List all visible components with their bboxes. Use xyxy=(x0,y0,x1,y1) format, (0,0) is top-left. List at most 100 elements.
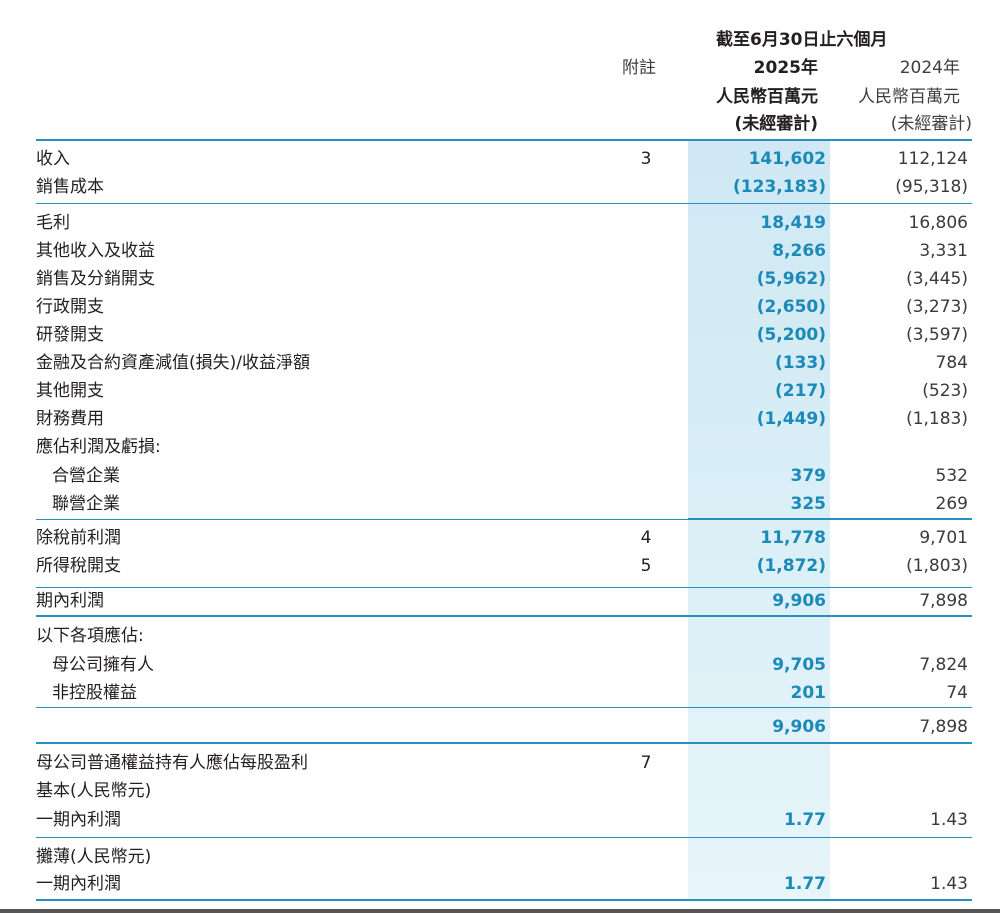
year-2024-header: 2024年 xyxy=(899,58,960,78)
table-row: 金融及合約資產減值(損失)/收益淨額 (133) 784 xyxy=(0,349,1000,377)
table-row: 財務費用 (1,449) (1,183) xyxy=(0,405,1000,433)
row-value-2024: 1.43 xyxy=(930,874,968,894)
row-note: 4 xyxy=(640,528,652,548)
row-value-2025: (5,200) xyxy=(756,325,826,345)
divider-eps xyxy=(36,742,972,744)
row-label: 毛利 xyxy=(36,213,70,233)
row-value-2024: 3,331 xyxy=(919,241,968,261)
row-label: 合營企業 xyxy=(52,466,120,486)
row-label: 基本(人民幣元) xyxy=(36,781,152,801)
row-label: 非控股權益 xyxy=(52,683,137,703)
table-row: 非控股權益 201 74 xyxy=(0,679,1000,707)
row-label: 其他開支 xyxy=(36,381,104,401)
row-label: 所得稅開支 xyxy=(36,556,121,576)
table-row: 以下各項應佔: xyxy=(0,622,1000,650)
row-value-2025: 141,602 xyxy=(748,149,826,169)
row-label: 銷售及分銷開支 xyxy=(36,269,155,289)
row-label: 母公司擁有人 xyxy=(52,655,154,675)
header-divider xyxy=(36,139,972,141)
divider-gross-profit xyxy=(36,203,972,204)
row-value-2024: 532 xyxy=(935,466,968,486)
table-row: 合營企業 379 532 xyxy=(0,462,1000,490)
row-label: 以下各項應佔: xyxy=(36,626,144,646)
row-label: 一期內利潤 xyxy=(36,874,121,894)
row-value-2025: 8,266 xyxy=(772,241,826,261)
row-label: 應佔利潤及虧損: xyxy=(36,437,161,457)
table-row: 研發開支 (5,200) (3,597) xyxy=(0,321,1000,349)
table-row: 應佔利潤及虧損: xyxy=(0,433,1000,461)
row-value-2025: (133) xyxy=(774,353,826,373)
row-value-2025: 9,906 xyxy=(772,591,826,611)
row-value-2025: (123,183) xyxy=(733,177,826,197)
table-row: 其他開支 (217) (523) xyxy=(0,377,1000,405)
row-note: 7 xyxy=(640,753,652,773)
row-label: 財務費用 xyxy=(36,409,104,429)
row-value-2025: 325 xyxy=(790,494,827,514)
row-label: 母公司普通權益持有人應佔每股盈利 xyxy=(36,753,308,773)
row-value-2024: (1,183) xyxy=(906,409,968,429)
table-row: 行政開支 (2,650) (3,273) xyxy=(0,293,1000,321)
table-row: 攤薄(人民幣元) xyxy=(0,843,1000,871)
row-value-2025: 379 xyxy=(790,466,827,486)
row-value-2024: 16,806 xyxy=(908,213,968,233)
table-row: 銷售及分銷開支 (5,962) (3,445) xyxy=(0,265,1000,293)
page-bottom-edge xyxy=(0,909,1000,913)
row-value-2025: 9,705 xyxy=(772,655,826,675)
table-row: 母公司擁有人 9,705 7,824 xyxy=(0,651,1000,679)
table-row: 收入 3 141,602 112,124 xyxy=(0,145,1000,173)
divider-attribution-total xyxy=(36,707,972,708)
row-label: 銷售成本 xyxy=(36,177,104,197)
row-label: 研發開支 xyxy=(36,325,104,345)
row-value-2025: (217) xyxy=(774,381,826,401)
row-label: 期內利潤 xyxy=(36,591,104,611)
row-value-2024: 9,701 xyxy=(919,528,968,548)
table-row: 聯營企業 325 269 xyxy=(0,490,1000,518)
row-value-2024: 7,898 xyxy=(919,717,968,737)
row-label: 除稅前利潤 xyxy=(36,528,121,548)
audit-2024-header: (未經審計) xyxy=(890,114,972,134)
table-row: 所得稅開支 5 (1,872) (1,803) xyxy=(0,552,1000,580)
divider-table-bottom xyxy=(36,899,972,901)
row-value-2024: 7,898 xyxy=(919,591,968,611)
unit-2024-header: 人民幣百萬元 xyxy=(858,87,960,107)
row-value-2024: (3,445) xyxy=(906,269,968,289)
row-value-2024: 784 xyxy=(935,353,968,373)
row-value-2025: 9,906 xyxy=(772,717,826,737)
table-row: 母公司普通權益持有人應佔每股盈利 7 xyxy=(0,749,1000,777)
row-label: 一期內利潤 xyxy=(36,810,121,830)
period-header: 截至6月30日止六個月 xyxy=(716,30,888,50)
row-label: 金融及合約資產減值(損失)/收益淨額 xyxy=(36,353,310,373)
table-row: 銷售成本 (123,183) (95,318) xyxy=(0,173,1000,201)
row-value-2025: 11,778 xyxy=(760,528,826,548)
row-label: 攤薄(人民幣元) xyxy=(36,847,152,867)
row-value-2025: (2,650) xyxy=(756,297,826,317)
table-row: 期內利潤 9,906 7,898 xyxy=(0,587,1000,615)
table-row: 其他收入及收益 8,266 3,331 xyxy=(0,237,1000,265)
table-row: 基本(人民幣元) xyxy=(0,777,1000,805)
row-value-2024: (3,273) xyxy=(906,297,968,317)
year-2025-header: 2025年 xyxy=(753,58,818,78)
table-row: 除稅前利潤 4 11,778 9,701 xyxy=(0,524,1000,552)
divider-pretax xyxy=(36,519,972,520)
row-note: 3 xyxy=(640,149,652,169)
row-label: 聯營企業 xyxy=(52,494,120,514)
table-row: 9,906 7,898 xyxy=(0,713,1000,741)
row-label: 收入 xyxy=(36,149,70,169)
row-value-2024: 269 xyxy=(935,494,968,514)
divider-diluted xyxy=(36,837,972,838)
audit-2025-header: (未經審計) xyxy=(734,114,818,134)
row-label: 行政開支 xyxy=(36,297,104,317)
row-value-2025: 18,419 xyxy=(760,213,826,233)
row-value-2024: (523) xyxy=(922,381,968,401)
row-value-2025: 201 xyxy=(790,683,827,703)
row-value-2025: (1,872) xyxy=(756,556,826,576)
row-value-2024: 7,824 xyxy=(919,655,968,675)
row-value-2024: (3,597) xyxy=(906,325,968,345)
table-row: 毛利 18,419 16,806 xyxy=(0,209,1000,237)
row-value-2024: 74 xyxy=(946,683,968,703)
note-column-header: 附註 xyxy=(622,58,656,78)
row-value-2024: 1.43 xyxy=(930,810,968,830)
unit-2025-header: 人民幣百萬元 xyxy=(716,87,818,107)
row-note: 5 xyxy=(640,556,652,576)
row-label: 其他收入及收益 xyxy=(36,241,155,261)
